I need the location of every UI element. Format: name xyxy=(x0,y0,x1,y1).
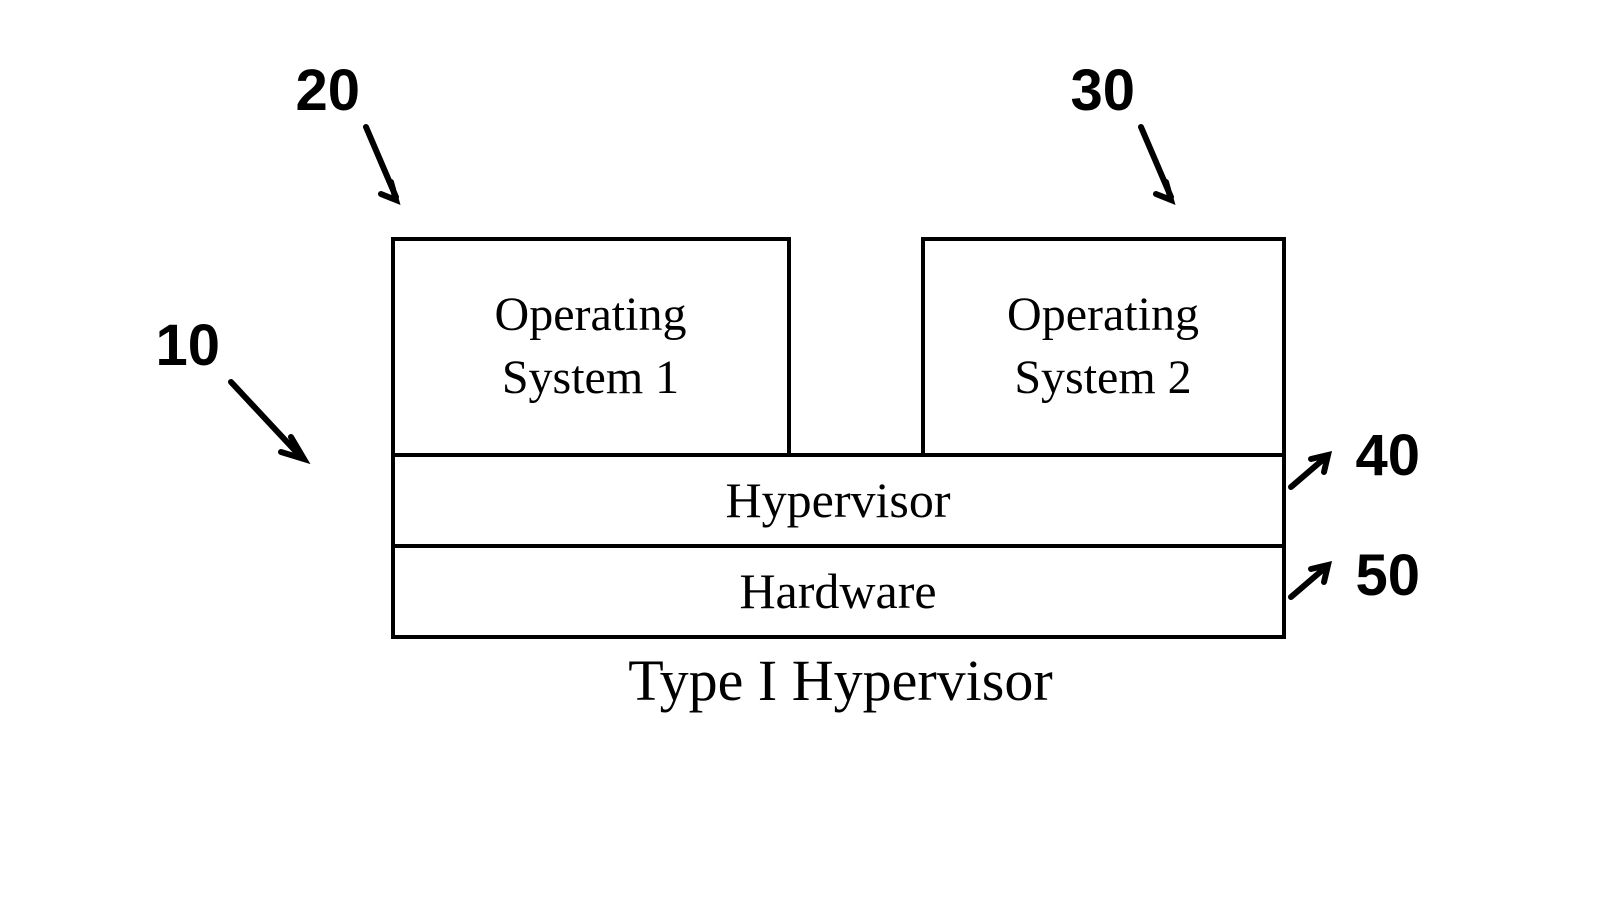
os2-label: Operating System 2 xyxy=(1007,284,1199,409)
arrow-50-icon xyxy=(1286,557,1356,617)
diagram-caption: Type I Hypervisor xyxy=(531,647,1151,714)
os1-label: Operating System 1 xyxy=(495,284,687,409)
annotation-30: 30 xyxy=(1071,57,1136,124)
hypervisor-label: Hypervisor xyxy=(726,471,951,529)
arrow-20-icon xyxy=(341,122,421,232)
arrow-10-icon xyxy=(216,372,336,482)
annotation-40: 40 xyxy=(1356,422,1421,489)
hardware-label: Hardware xyxy=(739,562,936,620)
annotation-20: 20 xyxy=(296,57,361,124)
arrow-40-icon xyxy=(1286,447,1356,507)
annotation-50: 50 xyxy=(1356,542,1421,609)
annotation-10: 10 xyxy=(156,312,221,379)
hypervisor-diagram: Operating System 1 Operating System 2 Hy… xyxy=(101,52,1501,872)
os1-box: Operating System 1 xyxy=(391,237,791,457)
hypervisor-box: Hypervisor xyxy=(391,453,1286,548)
arrow-30-icon xyxy=(1116,122,1196,232)
hardware-box: Hardware xyxy=(391,544,1286,639)
os2-box: Operating System 2 xyxy=(921,237,1286,457)
